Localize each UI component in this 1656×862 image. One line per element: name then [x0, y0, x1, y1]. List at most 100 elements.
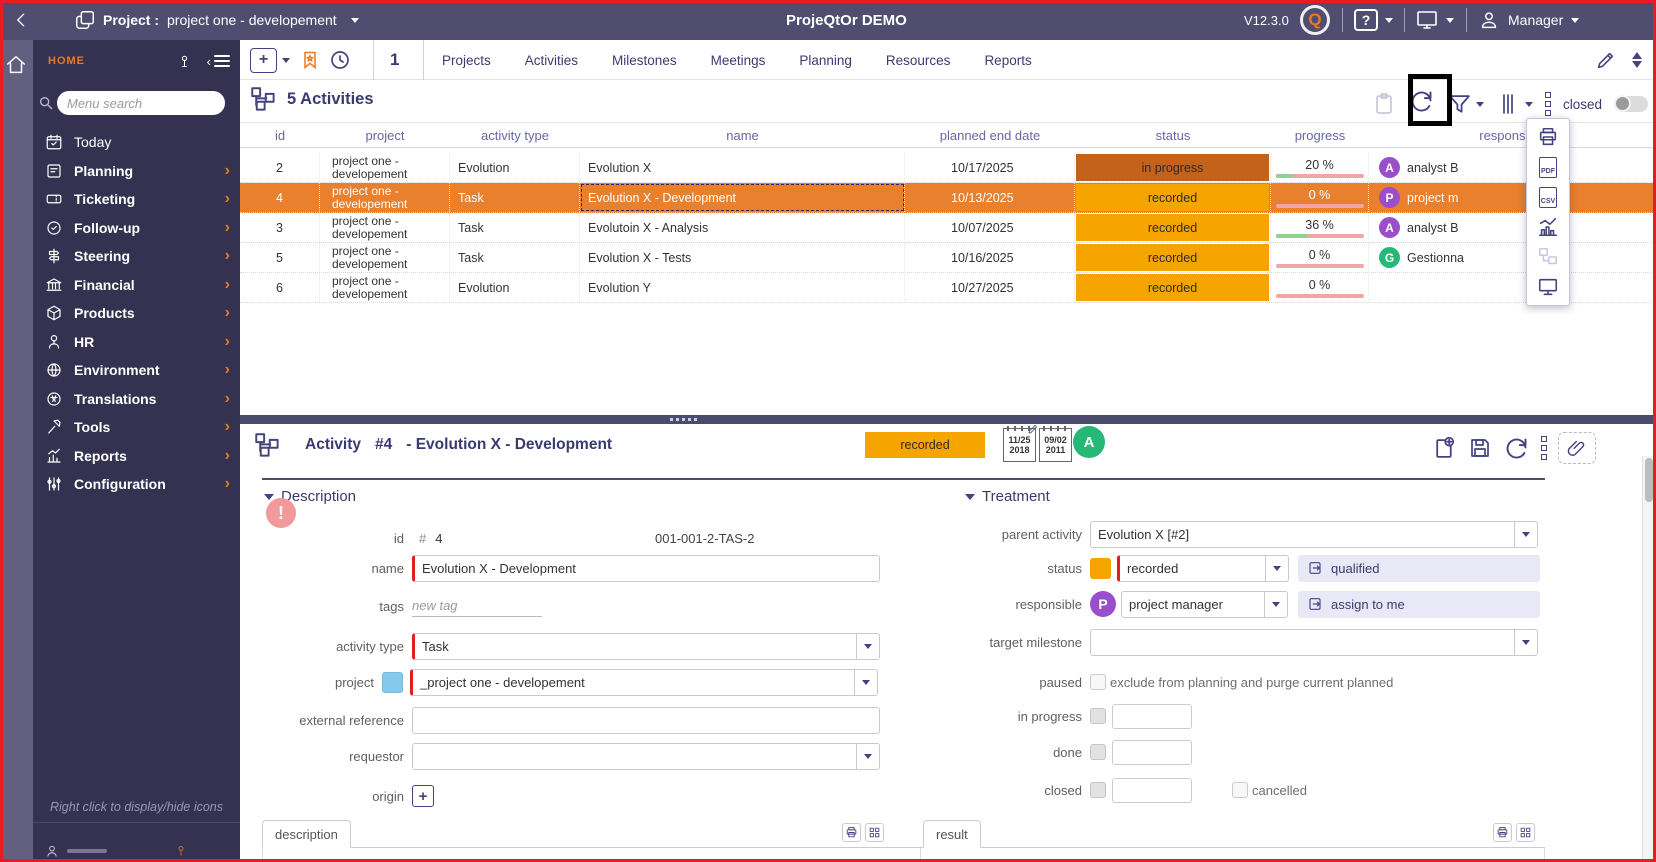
col-header-project[interactable]: project: [320, 128, 450, 143]
col-header-progress[interactable]: progress: [1271, 128, 1369, 143]
sidebar-item-hr[interactable]: HR: [33, 328, 240, 357]
parent-activity-select[interactable]: Evolution X [#2]: [1090, 521, 1538, 548]
projeqtor-logo[interactable]: Q: [1300, 0, 1330, 40]
responsible-select[interactable]: project manager: [1121, 591, 1288, 618]
open-windows-counter[interactable]: 1: [390, 50, 399, 70]
tab-meetings[interactable]: Meetings: [711, 53, 766, 68]
home-icon[interactable]: [5, 54, 27, 76]
table-row[interactable]: 5 project one - developement Task Evolut…: [240, 243, 1656, 273]
tags-input[interactable]: [412, 595, 542, 617]
description-editor[interactable]: [262, 848, 930, 861]
tab-reports[interactable]: Reports: [984, 53, 1031, 68]
in-progress-date-input[interactable]: [1112, 704, 1192, 729]
done-checkbox[interactable]: [1090, 744, 1106, 760]
menu-item-statistics[interactable]: [1527, 212, 1569, 242]
closed-toggle[interactable]: [1614, 96, 1648, 112]
cancelled-checkbox[interactable]: [1232, 782, 1248, 798]
project-selector[interactable]: Project : project one - developement: [103, 0, 359, 40]
in-progress-checkbox[interactable]: [1090, 708, 1106, 724]
more-actions-button[interactable]: [1541, 436, 1547, 460]
sidebar-item-translations[interactable]: Translations: [33, 385, 240, 414]
columns-button[interactable]: [1496, 92, 1533, 116]
menu-item-screen[interactable]: [1527, 272, 1569, 302]
table-row[interactable]: 3 project one - developement Task Evolut…: [240, 213, 1656, 243]
user-menu[interactable]: Manager: [1478, 0, 1579, 40]
menu-search-input[interactable]: [57, 91, 225, 115]
save-icon[interactable]: [1468, 436, 1492, 460]
sidebar-item-follow-up[interactable]: Follow-up: [33, 214, 240, 243]
col-header-responsible[interactable]: responsible: [1369, 128, 1656, 143]
expand-description-button[interactable]: [865, 823, 884, 842]
collapse-arrow-icon[interactable]: ‹: [207, 54, 211, 69]
sidebar-item-ticketing[interactable]: Ticketing: [33, 185, 240, 214]
sidebar-item-tools[interactable]: Tools: [33, 413, 240, 442]
sidebar-item-configuration[interactable]: Configuration: [33, 470, 240, 499]
display-menu[interactable]: [1415, 0, 1454, 40]
chevron-down-icon[interactable]: [282, 58, 290, 63]
menu-burger-icon[interactable]: [214, 55, 230, 67]
project-select[interactable]: _project one - developement: [410, 669, 878, 696]
table-row[interactable]: 6 project one - developement Evolution E…: [240, 273, 1656, 303]
col-header-id[interactable]: id: [240, 128, 320, 143]
tab-planning[interactable]: Planning: [799, 53, 852, 68]
done-date-input[interactable]: [1112, 740, 1192, 765]
sidebar-item-products[interactable]: Products: [33, 299, 240, 328]
result-editor[interactable]: [920, 848, 1545, 861]
menu-item-pdf[interactable]: PDF: [1527, 152, 1569, 182]
print-description-button[interactable]: [842, 823, 861, 842]
filter-button[interactable]: [1447, 92, 1484, 117]
sidebar-item-steering[interactable]: Steering: [33, 242, 240, 271]
bookmark-button[interactable]: [300, 40, 320, 80]
add-document-icon[interactable]: [1432, 436, 1457, 461]
col-header-name[interactable]: name: [580, 128, 905, 143]
name-input[interactable]: [412, 555, 880, 582]
refresh-button[interactable]: [1408, 88, 1435, 120]
sidebar-item-reports[interactable]: Reports: [33, 442, 240, 471]
tab-activities[interactable]: Activities: [525, 53, 578, 68]
refresh-icon[interactable]: [1503, 435, 1530, 462]
sidebar-item-environment[interactable]: Environment: [33, 356, 240, 385]
target-milestone-select[interactable]: [1090, 629, 1538, 656]
table-row-selected[interactable]: 4 project one - developement Task Evolut…: [240, 183, 1656, 213]
back-button[interactable]: [12, 0, 32, 40]
col-header-planned-end-date[interactable]: planned end date: [905, 128, 1075, 143]
status-select[interactable]: recorded: [1117, 555, 1289, 582]
paused-checkbox[interactable]: [1090, 674, 1106, 690]
tab-resources[interactable]: Resources: [886, 53, 951, 68]
attachment-dropzone[interactable]: [1558, 432, 1596, 464]
col-header-activity-type[interactable]: activity type: [450, 128, 580, 143]
new-item-button[interactable]: +: [250, 48, 277, 73]
pin-icon[interactable]: [177, 54, 192, 69]
qualified-button[interactable]: qualified: [1298, 555, 1540, 582]
requestor-select[interactable]: [412, 743, 880, 770]
scrollbar-thumb[interactable]: [1645, 458, 1653, 502]
help-menu[interactable]: ?: [1354, 0, 1393, 40]
expand-result-button[interactable]: [1516, 823, 1535, 842]
tab-milestones[interactable]: Milestones: [612, 53, 677, 68]
tab-description[interactable]: description: [262, 820, 351, 848]
windows-button[interactable]: [74, 0, 96, 40]
sidebar-item-today[interactable]: Today: [33, 128, 240, 157]
closed-date-input[interactable]: [1112, 778, 1192, 803]
treatment-heading-row[interactable]: Treatment: [965, 488, 1050, 505]
table-row[interactable]: 2 project one - developement Evolution E…: [240, 153, 1656, 183]
menu-item-print[interactable]: [1527, 122, 1569, 152]
print-result-button[interactable]: [1493, 823, 1512, 842]
sidebar-item-financial[interactable]: Financial: [33, 271, 240, 300]
menu-item-csv[interactable]: CSV: [1527, 182, 1569, 212]
reorder-buttons[interactable]: [1632, 40, 1642, 80]
col-header-status[interactable]: status: [1075, 128, 1271, 143]
activity-type-select[interactable]: Task: [412, 633, 880, 660]
edit-tabs-button[interactable]: [1595, 40, 1617, 80]
tab-result[interactable]: result: [923, 820, 981, 848]
assign-to-me-button[interactable]: assign to me: [1298, 591, 1540, 618]
sidebar-item-planning[interactable]: Planning: [33, 157, 240, 186]
tab-projects[interactable]: Projects: [442, 53, 491, 68]
more-actions-button[interactable]: [1545, 92, 1551, 116]
panel-splitter[interactable]: [240, 415, 1656, 424]
detail-scrollbar[interactable]: [1642, 456, 1654, 859]
external-reference-input[interactable]: [412, 707, 880, 734]
closed-checkbox[interactable]: [1090, 782, 1106, 798]
history-button[interactable]: [328, 40, 352, 80]
add-origin-button[interactable]: +: [412, 785, 434, 807]
